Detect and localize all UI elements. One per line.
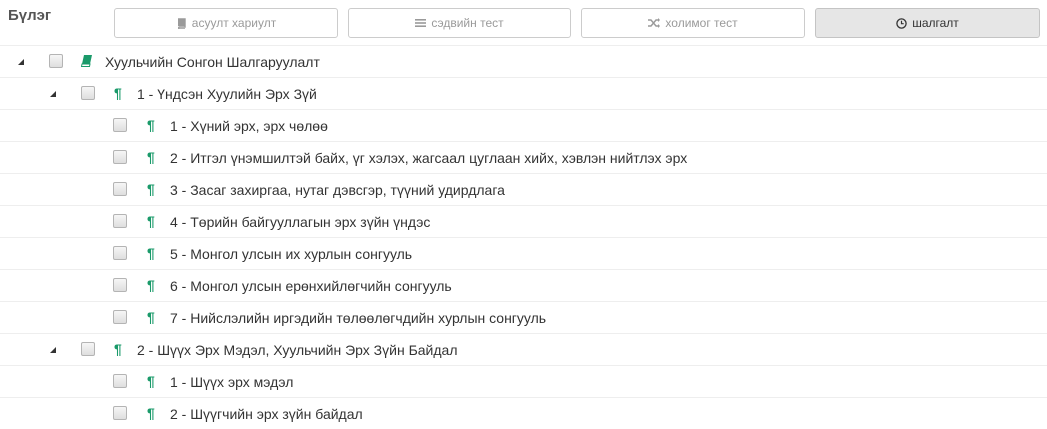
section-label: 3 - Засаг захиргаа, нутаг дэвсгэр, түүни… [170, 182, 505, 198]
mode-qa-button[interactable]: асуулт хариулт [114, 8, 338, 38]
section-checkbox[interactable] [113, 374, 127, 388]
chapter-checkbox[interactable] [81, 342, 95, 356]
mode-mixed-test-label: холимог тест [665, 16, 738, 30]
mode-mixed-test-button[interactable]: холимог тест [581, 8, 805, 38]
section-label: 1 - Хүний эрх, эрх чөлөө [170, 118, 328, 134]
tree-section-node[interactable]: ¶ 7 - Нийслэлийн иргэдийн төлөөлөгчдийн … [0, 301, 1047, 333]
tree-section-node[interactable]: ¶ 2 - Итгэл үнэмшилтэй байх, үг хэлэх, ж… [0, 141, 1047, 173]
mode-qa-label: асуулт хариулт [191, 16, 277, 30]
paragraph-icon: ¶ [147, 245, 155, 261]
tree-section-node[interactable]: ¶ 1 - Шүүх эрх мэдэл [0, 365, 1047, 397]
section-checkbox[interactable] [113, 150, 127, 164]
section-label: 5 - Монгол улсын их хурлын сонгууль [170, 246, 413, 262]
paragraph-icon: ¶ [114, 85, 122, 101]
section-label: 6 - Монгол улсын ерөнхийлөгчийн сонгууль [170, 278, 452, 294]
tree-section-node[interactable]: ¶ 6 - Монгол улсын ерөнхийлөгчийн сонгуу… [0, 269, 1047, 301]
section-checkbox[interactable] [113, 278, 127, 292]
section-checkbox[interactable] [113, 214, 127, 228]
section-label: 2 - Итгэл үнэмшилтэй байх, үг хэлэх, жаг… [170, 150, 688, 166]
mode-topic-test-label: сэдвийн тест [431, 16, 504, 30]
chapter-checkbox[interactable] [81, 86, 95, 100]
tree-section-node[interactable]: ¶ 5 - Монгол улсын их хурлын сонгууль [0, 237, 1047, 269]
collapse-caret-icon[interactable] [16, 57, 26, 67]
tree-root-label: Хуульчийн Сонгон Шалгаруулалт [105, 54, 320, 70]
mode-topic-test-button[interactable]: сэдвийн тест [348, 8, 571, 38]
paragraph-icon: ¶ [147, 309, 155, 325]
list-icon [415, 18, 427, 28]
tree-section-node[interactable]: ¶ 2 - Шүүгчийн эрх зүйн байдал [0, 397, 1047, 429]
chapter-label: 2 - Шүүх Эрх Мэдэл, Хуульчийн Эрх Зүйн Б… [137, 342, 458, 358]
chapter-tree: Хуульчийн Сонгон Шалгаруулалт ¶ 1 - Үндс… [0, 45, 1047, 429]
shuffle-icon [648, 18, 661, 28]
mode-exam-button[interactable]: шалгалт [815, 8, 1040, 38]
book-icon [81, 53, 92, 67]
section-title: Бүлэг [8, 7, 52, 24]
section-label: 1 - Шүүх эрх мэдэл [170, 374, 294, 390]
paragraph-icon: ¶ [147, 213, 155, 229]
paragraph-icon: ¶ [147, 405, 155, 421]
section-checkbox[interactable] [113, 246, 127, 260]
section-checkbox[interactable] [113, 118, 127, 132]
paragraph-icon: ¶ [147, 149, 155, 165]
tree-section-node[interactable]: ¶ 4 - Төрийн байгууллагын эрх зүйн үндэс [0, 205, 1047, 237]
chapter-label: 1 - Үндсэн Хуулийн Эрх Зүй [137, 86, 317, 102]
paragraph-icon: ¶ [147, 373, 155, 389]
section-label: 7 - Нийслэлийн иргэдийн төлөөлөгчдийн ху… [170, 310, 547, 326]
tree-section-node[interactable]: ¶ 1 - Хүний эрх, эрх чөлөө [0, 109, 1047, 141]
header-bar: Бүлэг асуулт хариулт сэдвийн тест холимо… [0, 0, 1047, 45]
clock-icon [896, 17, 907, 29]
tree-chapter-node[interactable]: ¶ 2 - Шүүх Эрх Мэдэл, Хуульчийн Эрх Зүйн… [0, 333, 1047, 365]
collapse-caret-icon[interactable] [48, 89, 58, 99]
collapse-caret-icon[interactable] [48, 345, 58, 355]
section-checkbox[interactable] [113, 310, 127, 324]
section-label: 4 - Төрийн байгууллагын эрх зүйн үндэс [170, 214, 431, 230]
paragraph-icon: ¶ [114, 341, 122, 357]
paragraph-icon: ¶ [147, 181, 155, 197]
section-checkbox[interactable] [113, 182, 127, 196]
section-label: 2 - Шүүгчийн эрх зүйн байдал [170, 406, 363, 422]
root-checkbox[interactable] [49, 54, 63, 68]
tree-chapter-node[interactable]: ¶ 1 - Үндсэн Хуулийн Эрх Зүй [0, 77, 1047, 109]
tree-section-node[interactable]: ¶ 3 - Засаг захиргаа, нутаг дэвсгэр, түү… [0, 173, 1047, 205]
section-checkbox[interactable] [113, 406, 127, 420]
paragraph-icon: ¶ [147, 277, 155, 293]
paragraph-icon: ¶ [147, 117, 155, 133]
mode-exam-label: шалгалт [912, 16, 959, 30]
tree-root-node[interactable]: Хуульчийн Сонгон Шалгаруулалт [0, 45, 1047, 77]
book-icon [176, 17, 187, 29]
